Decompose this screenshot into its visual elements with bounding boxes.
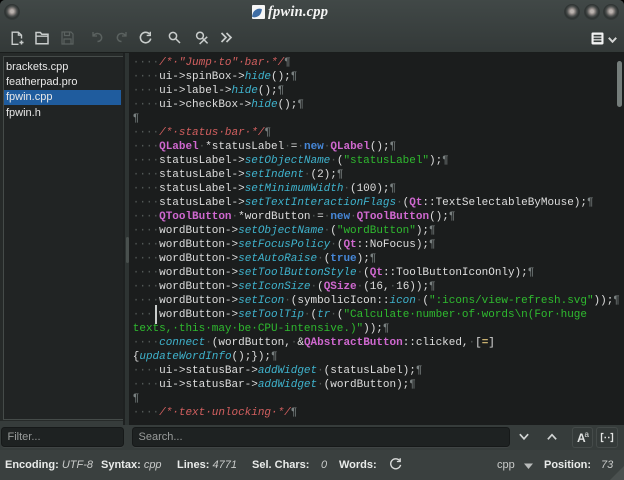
svg-text:a: a (585, 430, 590, 439)
